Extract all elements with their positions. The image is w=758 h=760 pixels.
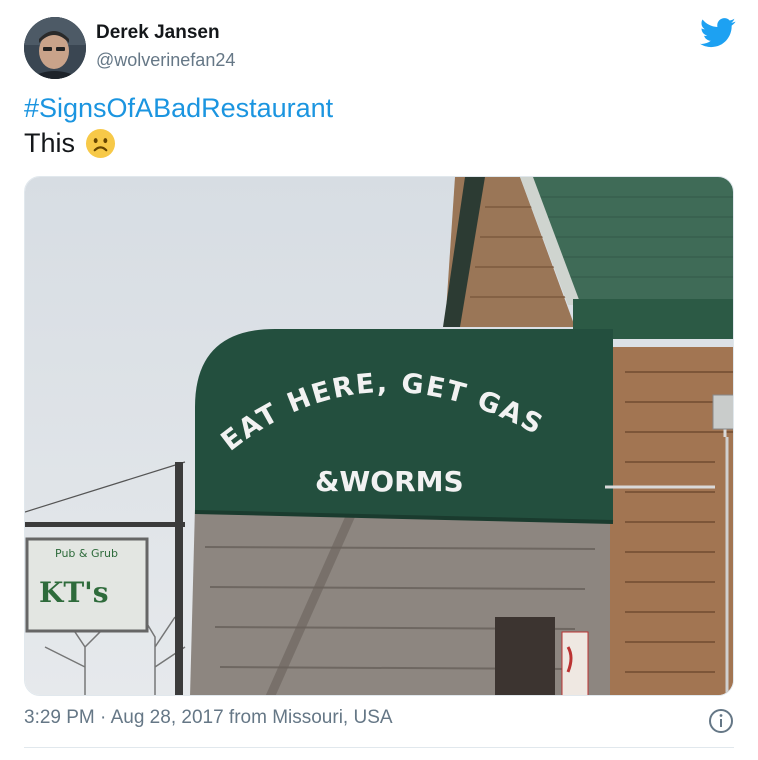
divider: [24, 747, 734, 748]
tweet-timestamp[interactable]: 3:29 PM · Aug 28, 2017 from Missouri, US…: [24, 707, 393, 729]
hashtag-link[interactable]: #SignsOfABadRestaurant: [24, 93, 333, 124]
info-icon[interactable]: [708, 708, 734, 734]
user-handle[interactable]: @wolverinefan24: [96, 50, 235, 71]
pub-sign-text: KT's: [39, 576, 109, 609]
twitter-bird-icon[interactable]: [700, 18, 736, 48]
tweet-photo[interactable]: Pub & Grub KT's EAT HERE, GET GAS &WORMS: [24, 176, 734, 696]
frowning-face-icon: [85, 128, 116, 159]
display-name[interactable]: Derek Jansen: [96, 22, 220, 44]
avatar[interactable]: [24, 17, 86, 79]
pub-sign-small: Pub & Grub: [55, 547, 118, 560]
awning-text-line2: &WORMS: [315, 465, 464, 498]
tweet-text: This: [24, 128, 116, 159]
tweet-text-body: This: [24, 128, 76, 158]
